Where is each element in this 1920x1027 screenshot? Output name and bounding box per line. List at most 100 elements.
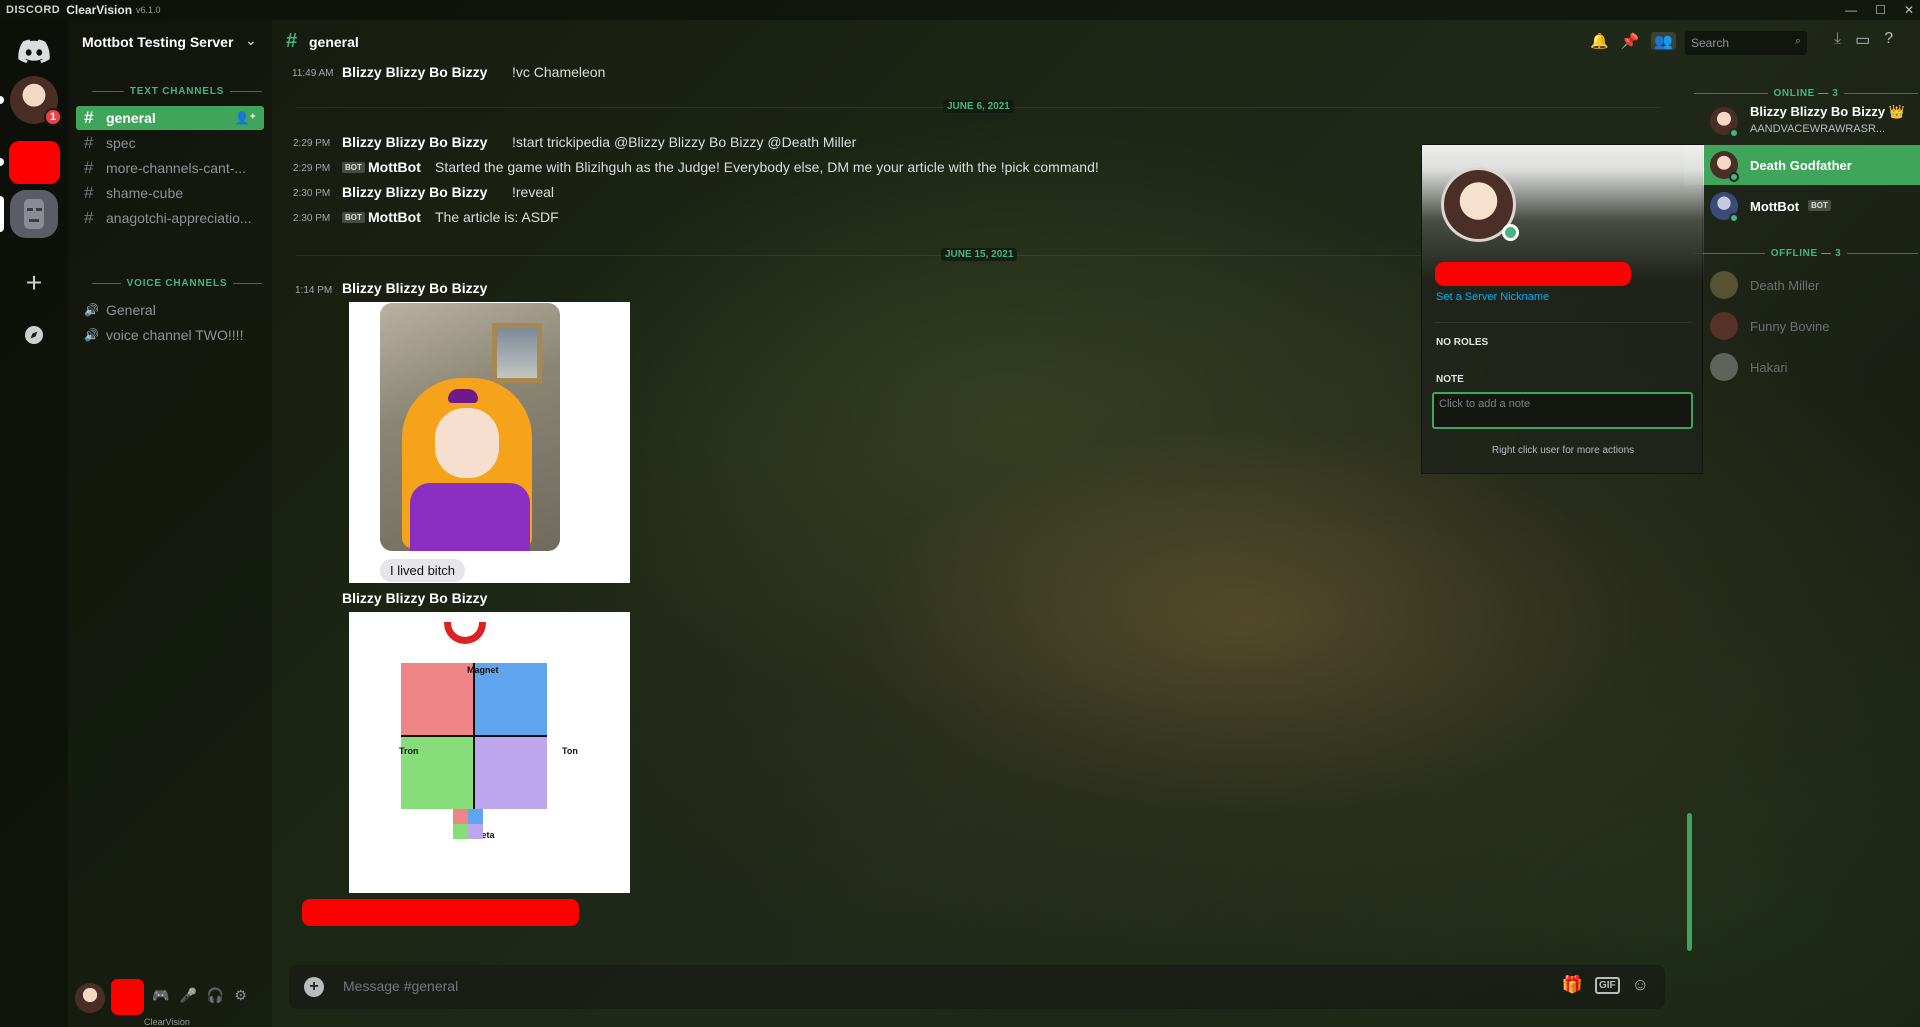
message-author[interactable]: MottBot <box>368 209 421 225</box>
voice-channel-two[interactable]: 🔊 voice channel TWO!!!! <box>76 323 264 347</box>
bell-icon[interactable]: 🔔 <box>1590 32 1609 50</box>
hash-icon: # <box>286 30 298 52</box>
help-icon[interactable]: ? <box>1884 30 1893 50</box>
member-name: Death Godfather <box>1750 157 1852 173</box>
download-icon[interactable]: ⤓ <box>1834 30 1841 50</box>
image-attachment[interactable]: I lived bitch <box>349 302 630 583</box>
hash-icon: # <box>84 108 94 127</box>
maximize-button[interactable]: ☐ <box>1875 0 1886 20</box>
member-item[interactable]: Blizzy Blizzy Bo Bizzy 👑 AANDVACEWRAWRAS… <box>1684 101 1920 141</box>
member-item[interactable]: Death Miller <box>1684 265 1920 305</box>
image-attachment[interactable]: Magnet Tron Ton Meta <box>349 612 630 893</box>
mention[interactable]: @Blizzy Blizzy Bo Bizzy <box>614 134 764 150</box>
member-item[interactable]: MottBot BOT <box>1684 186 1920 226</box>
server-icon-moai[interactable] <box>10 190 58 238</box>
channel-spec[interactable]: # spec <box>76 131 264 155</box>
channel-shame-cube[interactable]: # shame-cube <box>76 181 264 205</box>
redacted-message <box>302 899 579 926</box>
bot-badge: BOT <box>342 212 365 223</box>
online-status <box>1729 172 1739 182</box>
gear-icon[interactable]: ⚙ <box>234 987 247 1004</box>
offline-header: OFFLINE — 3 <box>1694 248 1918 259</box>
message-author[interactable]: Blizzy Blizzy Bo Bizzy <box>342 64 487 80</box>
crown-icon: 👑 <box>1888 104 1905 119</box>
avatar <box>1710 353 1738 381</box>
chevron-down-icon[interactable]: ⌄ <box>245 32 257 49</box>
game-icon[interactable]: 🎮 <box>152 987 169 1004</box>
quadrant-label: Magnet <box>467 665 499 675</box>
quadrant-label: Tron <box>399 746 419 756</box>
date-label: JUNE 6, 2021 <box>943 100 1014 113</box>
timestamp: 2:30 PM <box>293 188 331 199</box>
message-author[interactable]: Blizzy Blizzy Bo Bizzy <box>342 590 487 606</box>
voice-channel-general[interactable]: 🔊 General <box>76 298 264 322</box>
close-button[interactable]: ✕ <box>1904 0 1914 20</box>
gift-icon[interactable]: 🎁 <box>1562 975 1583 995</box>
channel-header: # general 🔔 📌 👥 Search ⌕ ⤓ ▭ ? <box>272 20 1920 66</box>
channel-more-channels[interactable]: # more-channels-cant-... <box>76 156 264 180</box>
message-author[interactable]: Blizzy Blizzy Bo Bizzy <box>342 134 487 150</box>
bot-badge: BOT <box>1808 200 1831 211</box>
mention-badge: 1 <box>44 108 62 126</box>
member-name: MottBot <box>1750 198 1800 214</box>
online-status <box>1729 128 1739 138</box>
members-toggle-icon[interactable]: 👥 <box>1651 32 1677 50</box>
message-input[interactable]: Message #general <box>343 978 458 994</box>
member-list: ONLINE — 3 Blizzy Blizzy Bo Bizzy 👑 AAND… <box>1684 66 1920 966</box>
channel-general[interactable]: # general 👤⁺ <box>76 106 264 130</box>
search-input[interactable]: Search ⌕ <box>1685 31 1807 55</box>
dm-avatar[interactable]: 1 <box>10 76 62 126</box>
server-rail: 1 + <box>0 20 68 1027</box>
invite-icon[interactable]: 👤⁺ <box>235 111 256 125</box>
message-text: The article is: ASDF <box>435 209 559 225</box>
server-icon-redacted[interactable] <box>9 141 60 184</box>
category-text-channels[interactable]: TEXT CHANNELS <box>68 86 272 97</box>
theme-caption: ClearVision <box>144 1017 190 1027</box>
user-profile-popout: Set a Server Nickname NO ROLES NOTE Clic… <box>1421 144 1704 474</box>
hash-icon: # <box>84 183 94 202</box>
hash-icon: # <box>84 133 94 152</box>
note-input[interactable]: Click to add a note <box>1432 392 1693 429</box>
channel-label: General <box>106 302 156 318</box>
upload-button[interactable]: + <box>304 977 324 997</box>
online-status <box>1502 224 1519 241</box>
discord-brand: DISCORD <box>6 4 61 16</box>
inbox-icon[interactable]: ▭ <box>1855 30 1870 50</box>
category-voice-channels[interactable]: VOICE CHANNELS <box>68 278 272 289</box>
server-name[interactable]: Mottbot Testing Server <box>82 34 233 50</box>
channel-label: spec <box>106 135 136 151</box>
online-status <box>1729 213 1739 223</box>
home-button[interactable] <box>10 27 58 75</box>
member-item[interactable]: Hakari <box>1684 347 1920 387</box>
gif-button[interactable]: GIF <box>1594 976 1620 994</box>
set-nickname-link[interactable]: Set a Server Nickname <box>1436 291 1549 303</box>
member-item[interactable]: Death Godfather <box>1684 145 1920 185</box>
message-author[interactable]: Blizzy Blizzy Bo Bizzy <box>342 184 487 200</box>
add-server-button[interactable]: + <box>10 259 58 307</box>
channel-anagotchi[interactable]: # anagotchi-appreciatio... <box>76 206 264 230</box>
message-composer: + Message #general 🎁 GIF ☺ <box>289 965 1665 1009</box>
member-name: Blizzy Blizzy Bo Bizzy 👑 <box>1750 104 1905 119</box>
message-author[interactable]: MottBot <box>368 159 421 175</box>
pin-icon[interactable]: 📌 <box>1621 32 1640 50</box>
date-label: JUNE 15, 2021 <box>941 248 1018 261</box>
channel-title: general <box>309 34 359 50</box>
selected-server-pill <box>0 196 4 232</box>
hash-icon: # <box>84 208 94 227</box>
emoji-icon[interactable]: ☺ <box>1632 975 1649 995</box>
mini-chart-icon <box>453 809 483 839</box>
mention[interactable]: @Death Miller <box>767 134 856 150</box>
headphones-icon[interactable]: 🎧 <box>207 987 224 1004</box>
avatar <box>1710 312 1738 340</box>
discord-logo-icon <box>18 39 50 63</box>
message-text: Started the game with Blizihguh as the J… <box>435 159 1099 175</box>
channel-label: voice channel TWO!!!! <box>106 327 244 343</box>
microphone-icon[interactable]: 🎤 <box>179 987 196 1004</box>
member-item[interactable]: Funny Bovine <box>1684 306 1920 346</box>
username-redacted[interactable] <box>111 979 144 1015</box>
avatar[interactable] <box>75 983 105 1013</box>
message-author[interactable]: Blizzy Blizzy Bo Bizzy <box>342 280 487 296</box>
channel-sidebar: Mottbot Testing Server ⌄ TEXT CHANNELS #… <box>68 20 272 1027</box>
minimize-button[interactable]: — <box>1845 0 1857 20</box>
explore-servers-button[interactable] <box>10 311 58 359</box>
